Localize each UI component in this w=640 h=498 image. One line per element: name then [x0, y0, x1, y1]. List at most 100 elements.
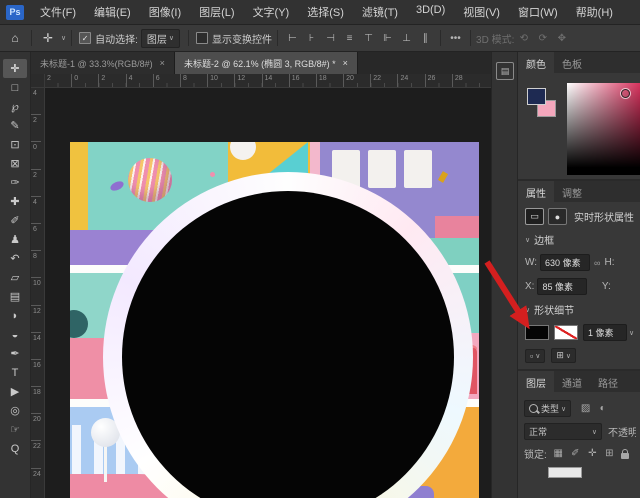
tab-swatches[interactable]: 色板 — [554, 52, 590, 73]
tool-brush[interactable]: ✐ — [3, 211, 27, 230]
width-field[interactable]: 630 像素 — [540, 254, 590, 271]
layer-filter-dropdown[interactable]: 类型 ∨ — [524, 400, 571, 417]
menu-edit[interactable]: 编辑(E) — [85, 4, 140, 20]
tool-ellipse[interactable]: ◎ — [3, 401, 27, 420]
auto-select-checkbox[interactable]: ✓ — [79, 32, 91, 44]
tool-zoom[interactable]: Q — [3, 439, 27, 458]
shape-fill-swatch[interactable] — [525, 325, 549, 340]
document-tab-2[interactable]: 未标题-2 @ 62.1% (椭圆 3, RGB/8#) * × — [175, 52, 358, 74]
close-icon[interactable]: × — [343, 58, 348, 68]
filter-pixel-layers-icon[interactable]: ▨ — [578, 403, 593, 414]
ruler-number: 20 — [31, 413, 41, 440]
tool-object-selection[interactable]: ✎ — [3, 116, 27, 135]
show-transform-label: 显示变换控件 — [212, 31, 272, 46]
lock-all-icon[interactable] — [621, 453, 629, 459]
menu-type[interactable]: 文字(Y) — [244, 4, 299, 20]
tool-hand[interactable]: ☞ — [3, 420, 27, 439]
chevron-down-icon[interactable]: ∨ — [629, 329, 634, 337]
tool-move[interactable]: ✛ — [3, 59, 27, 78]
menu-layer[interactable]: 图层(L) — [190, 4, 243, 20]
ruler-number: 14 — [31, 332, 41, 359]
tool-frame[interactable]: ⊠ — [3, 154, 27, 173]
filter-adjustment-layers-icon[interactable]: ◐ — [595, 403, 610, 414]
art-white-frame — [404, 150, 432, 188]
lock-transparent-pixels-icon[interactable]: ▦ — [551, 448, 566, 459]
tool-gradient[interactable]: ▤ — [3, 287, 27, 306]
tab-properties[interactable]: 属性 — [518, 181, 554, 202]
tool-history-brush[interactable]: ↶ — [3, 249, 27, 268]
tool-eraser[interactable]: ▱ — [3, 268, 27, 287]
canvas-area[interactable]: 20246810121416182022242628 4202468101214… — [31, 74, 491, 498]
canvas-artwork[interactable] — [70, 142, 479, 498]
distribute-h-icon[interactable]: ≡ — [342, 33, 357, 44]
menu-filter[interactable]: 滤镜(T) — [353, 4, 407, 20]
art-pink-steps — [435, 216, 479, 238]
horizontal-ruler[interactable]: 20246810121416182022242628 — [44, 74, 491, 88]
menu-3d[interactable]: 3D(D) — [407, 4, 454, 20]
stroke-width-field[interactable]: 1 像素 — [583, 324, 627, 341]
tool-path-selection[interactable]: ▶ — [3, 382, 27, 401]
tab-adjustments[interactable]: 调整 — [554, 181, 590, 202]
tool-type[interactable]: T — [3, 363, 27, 382]
link-dimensions-icon[interactable]: ∞ — [594, 258, 600, 268]
shape-details-section-label: 形状细节 — [534, 302, 574, 317]
vertical-ruler[interactable]: 42024681012141618202224 — [31, 87, 45, 498]
align-top-icon[interactable]: ⊤ — [361, 33, 376, 44]
ruler-number: 6 — [31, 223, 41, 250]
menu-view[interactable]: 视图(V) — [454, 4, 509, 20]
color-gradient-field[interactable] — [567, 83, 640, 175]
tool-blur[interactable]: ◗ — [3, 306, 27, 325]
tool-eyedropper[interactable]: ✑ — [3, 173, 27, 192]
tool-clone-stamp[interactable]: ♟ — [3, 230, 27, 249]
menu-image[interactable]: 图像(I) — [140, 4, 190, 20]
lock-position-icon[interactable]: ✛ — [585, 448, 600, 459]
home-icon[interactable]: ⌂ — [4, 28, 26, 48]
tool-rectangular-marquee[interactable]: □ — [3, 78, 27, 97]
shape-rect-mode-icon[interactable]: ▭ — [525, 208, 544, 225]
align-left-icon[interactable]: ⊢ — [285, 33, 300, 44]
tab-channels[interactable]: 通道 — [554, 371, 590, 392]
lock-artboard-icon[interactable]: ⊞ — [602, 448, 617, 459]
menu-file[interactable]: 文件(F) — [31, 4, 85, 20]
menu-help[interactable]: 帮助(H) — [567, 4, 622, 20]
show-transform-checkbox[interactable] — [196, 32, 208, 44]
align-right-icon[interactable]: ⊣ — [323, 33, 338, 44]
chevron-down-icon[interactable]: ∨ — [525, 236, 530, 244]
stroke-align-dropdown[interactable]: ⊞ ∨ — [551, 348, 576, 363]
lock-image-pixels-icon[interactable]: ✐ — [568, 448, 583, 459]
tool-crop[interactable]: ⊡ — [3, 135, 27, 154]
foreground-color-swatch[interactable] — [527, 88, 546, 105]
align-middle-icon[interactable]: ⊩ — [380, 33, 395, 44]
distribute-v-icon[interactable]: ∥ — [418, 33, 433, 44]
align-bottom-icon[interactable]: ⊥ — [399, 33, 414, 44]
document-tab-1[interactable]: 未标题-1 @ 33.3%(RGB/8#) × — [31, 52, 175, 74]
menu-select[interactable]: 选择(S) — [298, 4, 353, 20]
art-lollipop-stick — [104, 442, 107, 482]
tool-healing-brush[interactable]: ✚ — [3, 192, 27, 211]
more-options-icon[interactable]: ••• — [448, 33, 463, 44]
ruler-number: 20 — [343, 74, 370, 87]
ruler-number: 18 — [31, 386, 41, 413]
stroke-type-dropdown[interactable]: ▫ ∨ — [525, 349, 545, 363]
menu-window[interactable]: 窗口(W) — [509, 4, 567, 20]
layer-thumbnail[interactable] — [548, 467, 582, 478]
tab-paths[interactable]: 路径 — [590, 371, 626, 392]
auto-select-target-dropdown[interactable]: 图层 ∨ — [141, 29, 180, 48]
move-tool-icon[interactable]: ✛ — [37, 28, 59, 48]
chevron-down-icon[interactable]: ∨ — [525, 306, 530, 314]
align-center-h-icon[interactable]: ⊦ — [304, 33, 319, 44]
tool-dodge[interactable]: ◒ — [3, 325, 27, 344]
x-field[interactable]: 85 像素 — [537, 278, 587, 295]
tab-color[interactable]: 颜色 — [518, 52, 554, 73]
shape-ellipse-mode-icon[interactable]: ● — [548, 208, 567, 225]
color-picker-marker[interactable] — [621, 89, 630, 98]
tab-layers[interactable]: 图层 — [518, 371, 554, 392]
close-icon[interactable]: × — [160, 58, 165, 68]
tool-lasso[interactable]: ℘ — [3, 97, 27, 116]
history-panel-icon[interactable]: ▤ — [496, 62, 514, 80]
shape-stroke-swatch[interactable] — [554, 325, 578, 340]
tool-pen[interactable]: ✒ — [3, 344, 27, 363]
blend-mode-dropdown[interactable]: 正常 ∨ — [524, 423, 602, 440]
chevron-down-icon[interactable]: ∨ — [61, 34, 66, 42]
ruler-number: 24 — [31, 468, 41, 495]
